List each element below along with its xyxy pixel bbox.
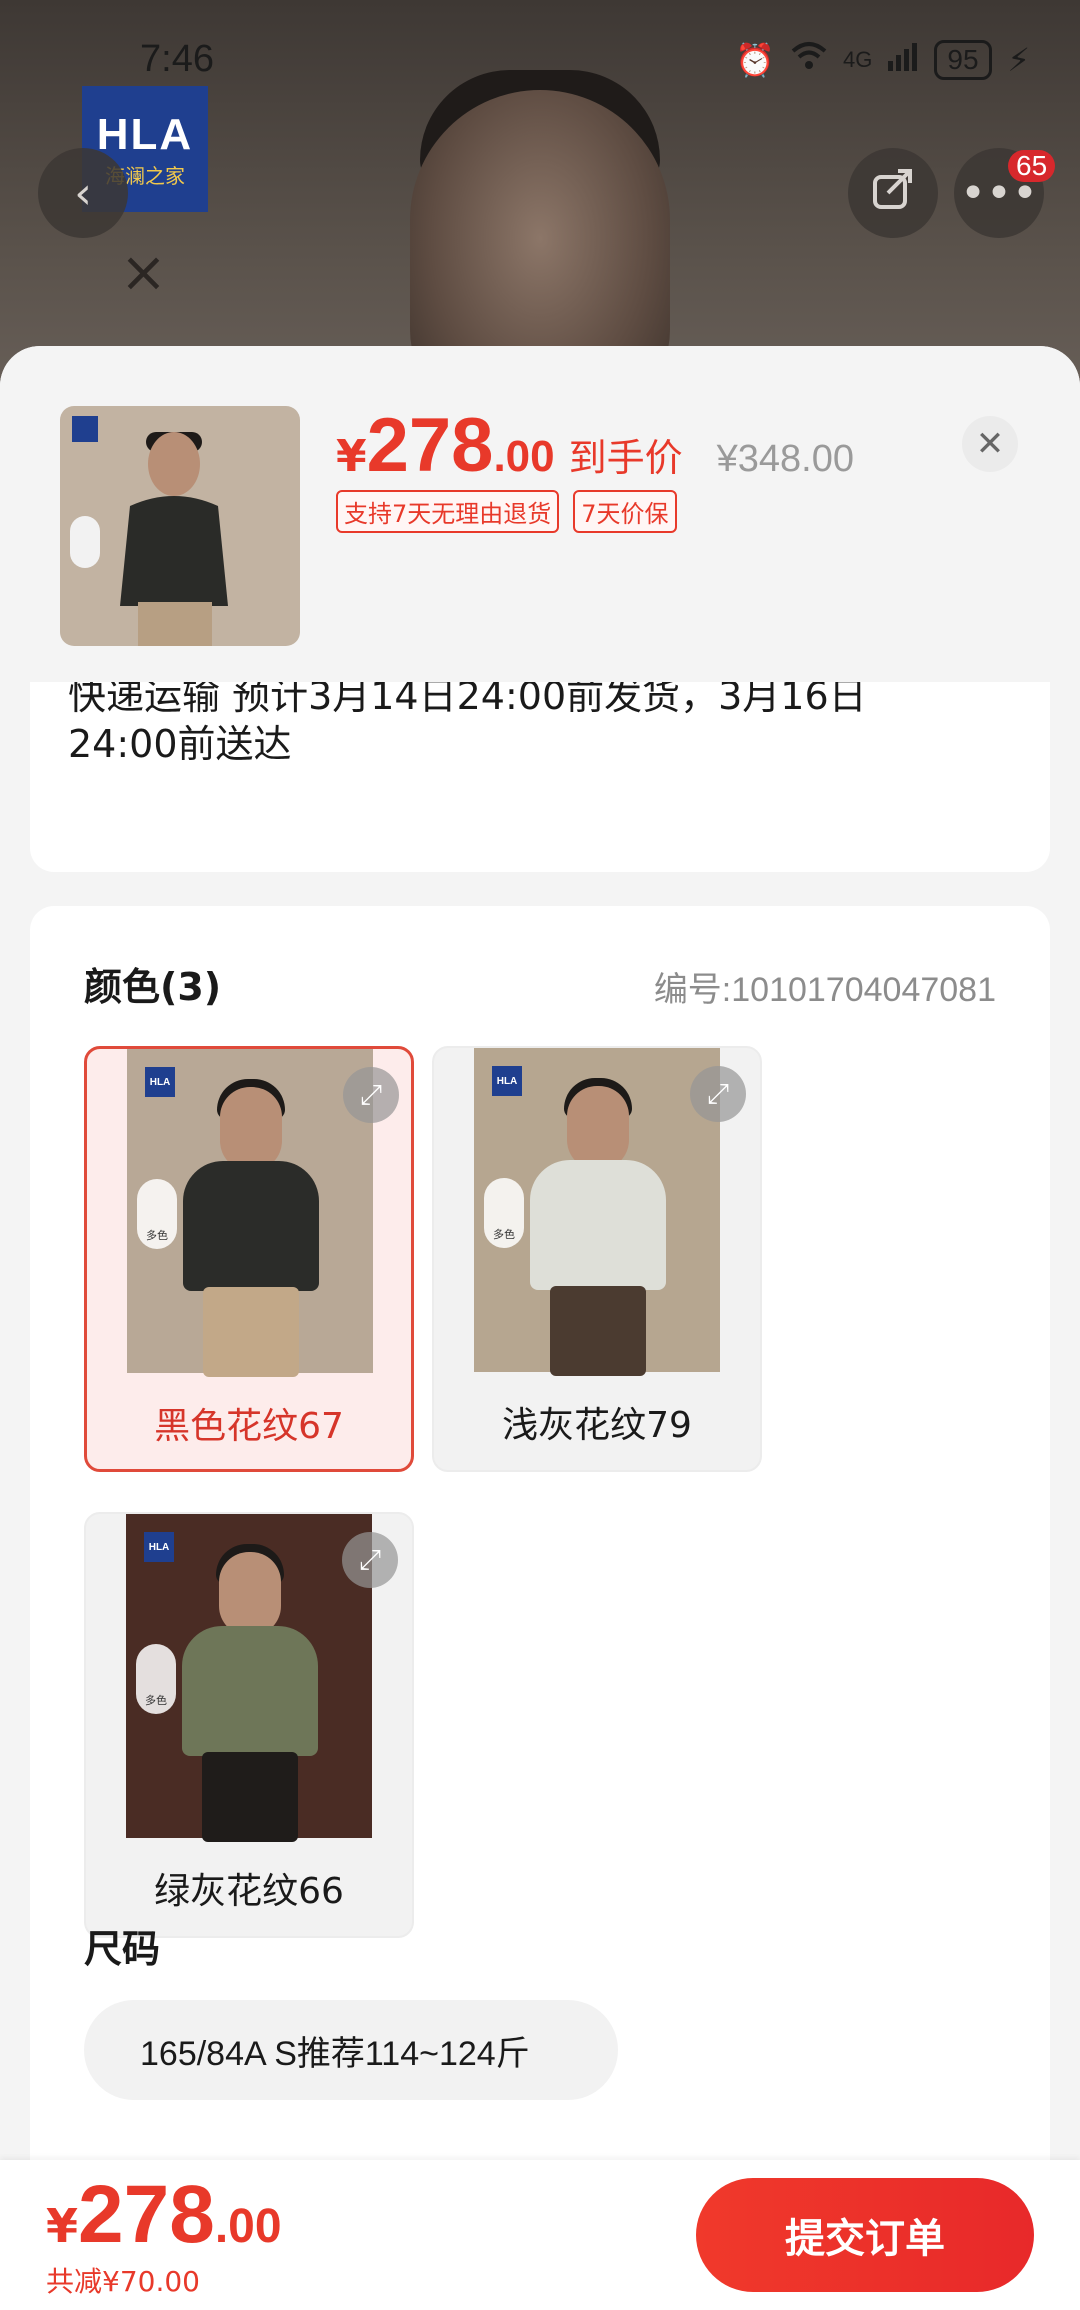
delivery-estimate: 快递运输 预计3月14日24:00前发货，3月16日24:00前送达 [68,674,867,766]
footer-price: ¥ 278 .00 [46,2168,282,2262]
service-tags: 支持7天无理由退货 7天价保 [336,490,677,533]
multi-color-tag: 多色 [136,1644,176,1714]
model-head [567,1086,629,1170]
price-protect-tag: 7天价保 [573,490,677,533]
status-time: 7:46 [140,38,214,80]
original-price: ¥348.00 [716,438,854,480]
chevron-left-icon: ‹ [74,167,92,219]
color-option-green-grey[interactable]: HLA 多色 ⤢ 绿灰花纹66 [84,1512,414,1938]
close-icon: ✕ [975,424,1005,464]
brand-mini-logo: HLA [144,1532,174,1562]
alarm-icon: ⏰ [735,41,776,79]
brand-mini-logo: HLA [492,1066,522,1096]
model-jacket [183,1161,319,1291]
wifi-icon [791,41,827,79]
sheet-header: ¥ 278 .00 到手价 ¥348.00 ✕ 支持7天无理由退货 7天价保 [0,346,1080,682]
network-label: 4G [843,47,873,72]
brand-logo-text: HLA [96,109,194,159]
color-section-title: 颜色(3) [84,965,222,1009]
color-option-label: 浅灰花纹79 [502,1405,692,1446]
close-button[interactable]: ✕ [962,416,1018,472]
sku-selector-sheet: ¥ 278 .00 到手价 ¥348.00 ✕ 支持7天无理由退货 7天价保 快… [0,346,1080,2310]
price-currency: ¥ [336,431,367,482]
item-code: 编号:10101704047081 [653,971,996,1009]
return-policy-tag: 支持7天无理由退货 [336,490,560,533]
color-option-black[interactable]: HLA 多色 ⤢ 黑色花纹67 [84,1046,414,1472]
options-card: 颜色(3) 编号:10101704047081 HLA 多色 ⤢ 黑色花纹67 … [30,906,1050,2310]
model-pants [550,1286,646,1376]
share-icon [870,165,916,222]
status-bar: 7:46 ⏰ 4G 95 ⚡ [0,30,1080,100]
model-pants [202,1752,298,1842]
footer-price-currency: ¥ [46,2199,79,2253]
multi-color-tag: 多色 [137,1179,177,1249]
collab-mark: × [120,240,167,305]
size-section-title: 尺码 [84,1927,161,1971]
charging-icon: ⚡ [1007,41,1030,79]
expand-icon[interactable]: ⤢ [342,1532,398,1588]
price-decimal: .00 [493,432,555,481]
price-integer: 278 [366,403,494,488]
model-jacket [182,1626,318,1756]
discount-total: 共减¥70.00 [46,2265,200,2298]
multi-color-tag: 多色 [484,1178,524,1248]
size-option[interactable]: 165/84A S推荐114~124斤 [84,2000,618,2100]
back-button[interactable]: ‹ [38,148,128,238]
status-icons: ⏰ 4G 95 ⚡ [735,40,1030,80]
model-head [220,1087,282,1171]
color-option-light-grey[interactable]: HLA 多色 ⤢ 浅灰花纹79 [432,1046,762,1472]
signal-icon [888,41,918,79]
expand-icon[interactable]: ⤢ [343,1067,399,1123]
brand-mini-logo: HLA [145,1067,175,1097]
notification-badge: 65 [1008,150,1056,182]
product-thumbnail[interactable] [60,406,300,646]
submit-order-button[interactable]: 提交订单 [696,2178,1034,2292]
color-option-label: 黑色花纹67 [154,1406,344,1447]
share-button[interactable] [848,148,938,238]
model-head [219,1552,281,1636]
battery-indicator: 95 [934,40,992,80]
model-jacket [530,1160,666,1290]
color-option-image: HLA 多色 [127,1049,373,1377]
price-row: ¥ 278 .00 到手价 ¥348.00 [336,402,854,489]
footer-price-integer: 278 [78,2169,215,2260]
final-price-label: 到手价 [568,436,683,480]
color-option-image: HLA 多色 [126,1514,372,1842]
footer-price-decimal: .00 [214,2200,282,2253]
expand-icon[interactable]: ⤢ [690,1066,746,1122]
checkout-footer: ¥ 278 .00 共减¥70.00 提交订单 [0,2160,1080,2310]
model-pants [203,1287,299,1377]
color-option-image: HLA 多色 [474,1048,720,1376]
